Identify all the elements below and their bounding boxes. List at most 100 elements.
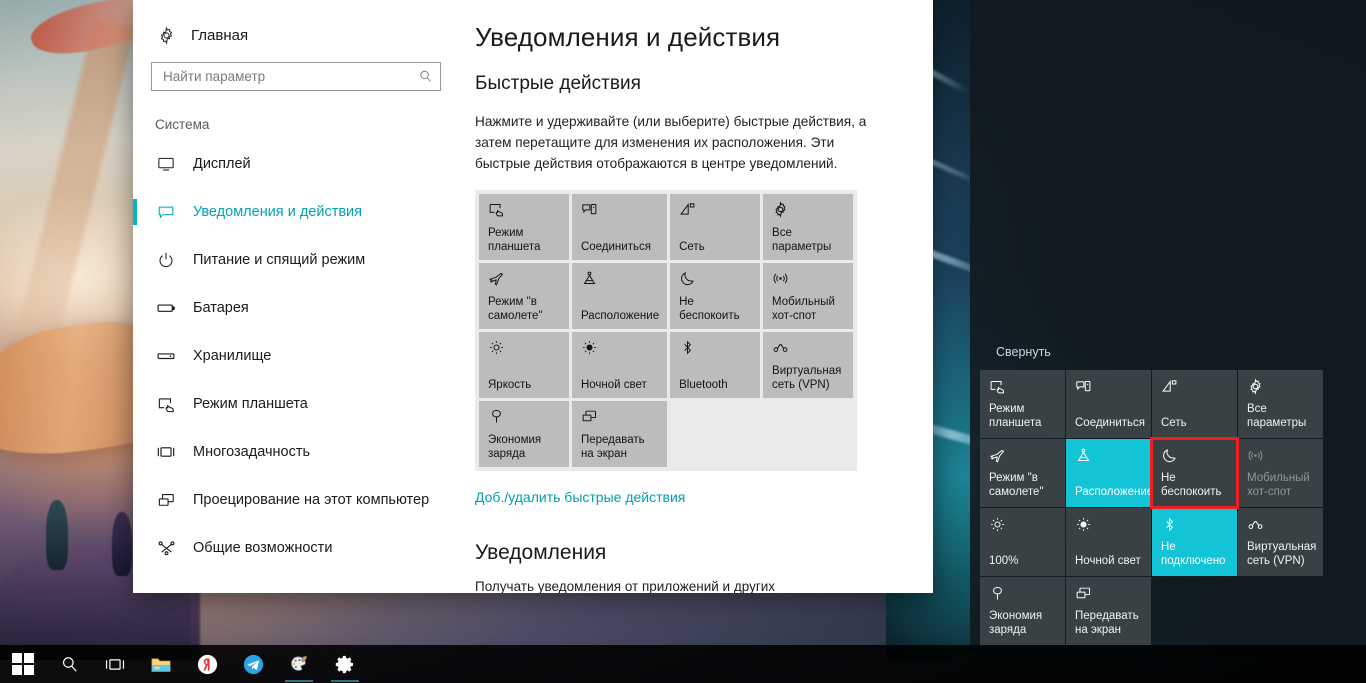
sidebar-search-wrapper bbox=[133, 56, 463, 91]
action-center-tile-battery-saver[interactable]: Экономия заряда bbox=[980, 577, 1065, 645]
chat-bubble-icon bbox=[155, 201, 177, 223]
storage-icon bbox=[155, 345, 177, 367]
quick-action-tile[interactable]: Соединиться bbox=[571, 194, 668, 261]
moon-icon bbox=[679, 270, 752, 290]
paint-button[interactable] bbox=[276, 645, 322, 683]
action-center-tile-bluetooth[interactable]: Не подключено bbox=[1152, 508, 1237, 576]
action-center-tile-project[interactable]: Передавать на экран bbox=[1066, 577, 1151, 645]
sidebar-item-power-and-sleep[interactable]: Питание и спящий режим bbox=[133, 236, 463, 284]
quick-action-tile[interactable]: Режим планшета bbox=[479, 194, 569, 261]
power-icon bbox=[155, 249, 177, 271]
vpn-icon bbox=[1247, 516, 1316, 536]
telegram-button[interactable] bbox=[230, 645, 276, 683]
quick-action-label: Экономия заряда bbox=[488, 434, 542, 460]
quick-action-tile-empty bbox=[763, 401, 853, 467]
quick-action-tile[interactable]: Яркость bbox=[479, 332, 569, 399]
quick-action-label: Яркость bbox=[488, 378, 532, 391]
quick-action-tile[interactable]: Расположение bbox=[571, 263, 668, 330]
action-center-tile-connect[interactable]: Соединиться bbox=[1066, 370, 1151, 438]
action-center-tile-airplane-mode[interactable]: Режим "в самолете" bbox=[980, 439, 1065, 507]
task-view-button[interactable] bbox=[92, 645, 138, 683]
sidebar-item-shared-experiences[interactable]: Общие возможности bbox=[133, 524, 463, 572]
search-icon[interactable] bbox=[418, 69, 433, 84]
quick-action-tile[interactable]: Передавать на экран bbox=[571, 401, 668, 468]
sidebar-item-label: Многозадачность bbox=[193, 444, 311, 460]
quick-action-tile[interactable]: Сеть bbox=[670, 194, 761, 261]
quick-action-tile[interactable]: Виртуальная сеть (VPN) bbox=[763, 332, 853, 399]
sidebar-group-title: Система bbox=[155, 117, 210, 132]
sidebar-item-notifications-and-actions[interactable]: Уведомления и действия bbox=[133, 188, 463, 236]
quick-action-label: Ночной свет bbox=[580, 378, 647, 391]
action-center-tile-label: Не подключено bbox=[1161, 541, 1226, 568]
action-center-tile-night-light[interactable]: Ночной свет bbox=[1066, 508, 1151, 576]
sidebar-item-storage[interactable]: Хранилище bbox=[133, 332, 463, 380]
action-center-tile-location[interactable]: Расположение bbox=[1066, 439, 1153, 507]
action-center-tile-do-not-disturb[interactable]: Не беспокоить bbox=[1150, 437, 1239, 509]
sidebar-item-label: Батарея bbox=[193, 300, 249, 316]
start-button[interactable] bbox=[0, 645, 46, 683]
sidebar-item-home[interactable]: Главная bbox=[133, 14, 463, 56]
action-center-tile-label: Передавать на экран bbox=[1075, 610, 1139, 637]
quick-action-tile[interactable]: Ночной свет bbox=[571, 332, 668, 399]
search-box[interactable] bbox=[151, 62, 441, 91]
action-center-tile-mobile-hotspot[interactable]: Мобильный хот-спот bbox=[1238, 439, 1323, 507]
quick-action-tile[interactable]: Режим "в самолете" bbox=[479, 263, 569, 330]
action-center-tile-label: Ночной свет bbox=[1075, 555, 1141, 568]
collapse-button[interactable]: Свернуть bbox=[996, 345, 1051, 359]
tablet-mode-icon bbox=[989, 378, 1058, 398]
search-input[interactable] bbox=[163, 69, 418, 84]
action-center-tile-label: Режим планшета bbox=[989, 403, 1042, 430]
night-light-icon bbox=[1075, 516, 1144, 536]
action-center-tile-vpn[interactable]: Виртуальная сеть (VPN) bbox=[1238, 508, 1323, 576]
quick-action-label: Не беспокоить bbox=[679, 296, 740, 322]
brightness-icon bbox=[989, 516, 1058, 536]
action-center-tile-empty bbox=[1238, 577, 1323, 645]
settings-button[interactable] bbox=[322, 645, 368, 683]
file-explorer-button[interactable] bbox=[138, 645, 184, 683]
quick-action-tile-empty bbox=[670, 401, 760, 467]
action-center-tile-network[interactable]: Сеть bbox=[1152, 370, 1237, 438]
quick-action-label: Мобильный хот-спот bbox=[772, 296, 835, 322]
add-remove-quick-actions-link[interactable]: Доб./удалить быстрые действия bbox=[475, 489, 685, 505]
quick-action-tile[interactable]: Экономия заряда bbox=[479, 401, 569, 468]
sidebar-item-display[interactable]: Дисплей bbox=[133, 140, 463, 188]
sidebar-item-battery[interactable]: Батарея bbox=[133, 284, 463, 332]
network-icon bbox=[1161, 378, 1230, 398]
bluetooth-icon bbox=[679, 339, 752, 359]
action-center-tile-all-settings[interactable]: Все параметры bbox=[1238, 370, 1323, 438]
sidebar-item-label: Общие возможности bbox=[193, 540, 333, 556]
sidebar-item-label: Дисплей bbox=[193, 156, 251, 172]
action-center-tile-brightness[interactable]: 100% bbox=[980, 508, 1065, 576]
notifications-heading: Уведомления bbox=[475, 541, 607, 565]
quick-action-label: Расположение bbox=[580, 309, 660, 322]
sidebar-item-multitasking[interactable]: Многозадачность bbox=[133, 428, 463, 476]
action-center-tile-tablet-mode[interactable]: Режим планшета bbox=[980, 370, 1065, 438]
night-light-icon bbox=[581, 339, 659, 359]
connect-icon bbox=[581, 201, 659, 221]
quick-action-label: Режим планшета bbox=[488, 227, 541, 253]
settings-main-pane: Уведомления и действия Быстрые действия … bbox=[463, 0, 933, 593]
location-icon bbox=[1075, 447, 1144, 467]
yandex-browser-button[interactable] bbox=[184, 645, 230, 683]
action-center-tile-label: Виртуальная сеть (VPN) bbox=[1247, 541, 1317, 568]
quick-action-tile[interactable]: Не беспокоить bbox=[670, 263, 761, 330]
project-icon bbox=[1075, 585, 1144, 605]
task-view-icon bbox=[104, 655, 126, 674]
location-icon bbox=[581, 270, 659, 290]
search-button[interactable] bbox=[46, 645, 92, 683]
gear-icon bbox=[772, 201, 845, 221]
action-center-tile-label: Не беспокоить bbox=[1161, 472, 1222, 499]
quick-actions-heading: Быстрые действия bbox=[475, 73, 641, 94]
quick-action-tile[interactable]: Мобильный хот-спот bbox=[763, 263, 853, 330]
action-center-panel: Свернуть Режим планшета Соединиться Сеть… bbox=[970, 0, 1366, 645]
quick-action-tile[interactable]: Все параметры bbox=[763, 194, 853, 261]
bluetooth-icon bbox=[1161, 516, 1230, 536]
sidebar-item-tablet-mode[interactable]: Режим планшета bbox=[133, 380, 463, 428]
quick-action-label: Bluetooth bbox=[679, 378, 728, 391]
taskbar bbox=[0, 645, 1366, 683]
battery-saver-icon bbox=[488, 408, 561, 428]
quick-actions-grid: Режим планшета Соединиться Сеть Все пара… bbox=[475, 190, 857, 472]
sidebar-item-projecting[interactable]: Проецирование на этот компьютер bbox=[133, 476, 463, 524]
quick-action-tile[interactable]: Bluetooth bbox=[670, 332, 761, 399]
battery-saver-icon bbox=[989, 585, 1058, 605]
